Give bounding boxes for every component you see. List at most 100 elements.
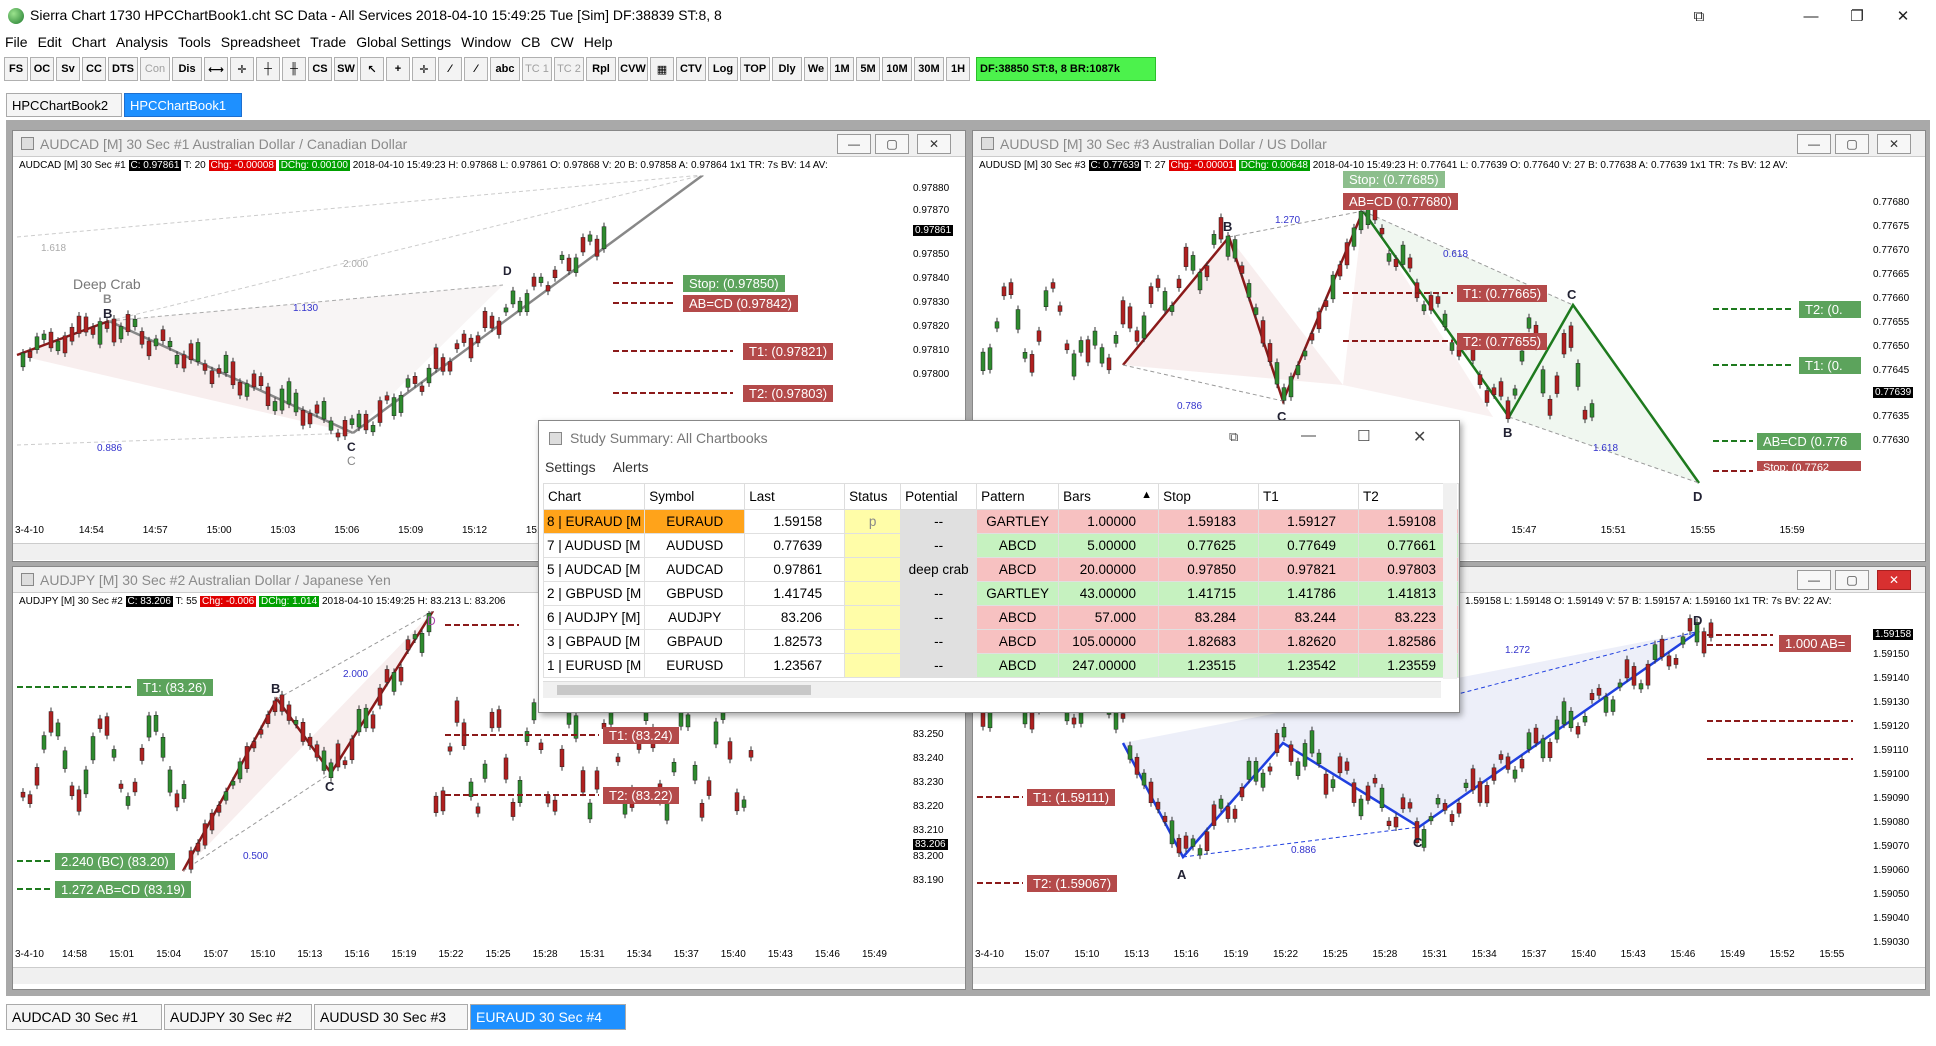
menu-settings[interactable]: Settings — [545, 459, 596, 475]
menu-edit[interactable]: Edit — [33, 32, 67, 52]
chart-tab-audusd[interactable]: AUDUSD 30 Sec #3 — [314, 1004, 468, 1030]
menu-chart[interactable]: Chart — [67, 32, 111, 52]
menu-spreadsheet[interactable]: Spreadsheet — [216, 32, 305, 52]
horizontal-scrollbar[interactable] — [13, 967, 965, 984]
close-button[interactable]: ✕ — [1413, 427, 1426, 447]
chart-maximize-button[interactable]: ▢ — [1835, 134, 1869, 154]
candle-body — [1113, 710, 1119, 730]
toolbar-button-14[interactable]: + — [386, 57, 410, 81]
toolbar-button-21[interactable]: Rpl — [586, 57, 616, 81]
toolbar-button-32[interactable]: 30M — [914, 57, 944, 81]
toolbar-button-17[interactable]: ⁄ — [464, 57, 488, 81]
toolbar-button-6[interactable]: Dis — [172, 57, 202, 81]
chart-close-button[interactable]: ✕ — [1877, 570, 1911, 590]
toolbar-button-29[interactable]: 1M — [830, 57, 854, 81]
table-row[interactable]: 8 | EURAUD [M EURAUD 1.59158 p -- GARTLEY 1.00… — [542, 509, 1460, 534]
toolbar-button-30[interactable]: 5M — [856, 57, 880, 81]
menu-file[interactable]: File — [0, 32, 33, 52]
chart-close-button[interactable]: ✕ — [917, 134, 951, 154]
menu-trade[interactable]: Trade — [305, 32, 351, 52]
table-horizontal-scrollbar[interactable] — [543, 681, 1441, 698]
maximize-button[interactable]: ☐ — [1357, 427, 1370, 445]
toolbar-button-1[interactable]: OC — [30, 57, 54, 81]
col-header-pattern[interactable]: Pattern — [976, 483, 1060, 510]
table-row[interactable]: 2 | GBPUSD [M GBPUSD 1.41745 -- GARTLEY 43.00… — [542, 581, 1460, 606]
toolbar-button-24[interactable]: CTV — [676, 57, 706, 81]
toolbar-button-12[interactable]: SW — [334, 57, 358, 81]
maximize-button[interactable]: ❐ — [1834, 0, 1880, 32]
toolbar-button-16[interactable]: ⁄ — [438, 57, 462, 81]
menu-window[interactable]: Window — [456, 32, 516, 52]
chart-minimize-button[interactable]: — — [837, 134, 871, 154]
toolbar-button-19[interactable]: TC 1 — [522, 57, 552, 81]
toolbar-button-4[interactable]: DTS — [108, 57, 138, 81]
col-header-chart[interactable]: Chart — [542, 483, 646, 510]
col-header-last[interactable]: Last — [744, 483, 846, 510]
table-vertical-scrollbar[interactable] — [1443, 483, 1457, 679]
col-header-bars[interactable]: Bars ▲ — [1058, 483, 1160, 510]
table-row[interactable]: 1 | EURUSD [M EURUSD 1.23567 -- ABCD 247.0000… — [542, 653, 1460, 678]
toolbar-button-28[interactable]: We — [804, 57, 828, 81]
table-row[interactable]: 5 | AUDCAD [M AUDCAD 0.97861 deep crab ABCD 2… — [542, 557, 1460, 582]
menu-global-settings[interactable]: Global Settings — [351, 32, 456, 52]
toolbar-button-10[interactable]: ╫ — [282, 57, 306, 81]
minimize-button[interactable]: — — [1301, 427, 1316, 444]
toolbar-button-9[interactable]: ┼ — [256, 57, 280, 81]
toolbar-button-7[interactable]: ⟷ — [204, 57, 228, 81]
horizontal-scrollbar[interactable] — [973, 967, 1925, 984]
col-header-symbol[interactable]: Symbol — [644, 483, 746, 510]
toolbar-button-5[interactable]: Con — [140, 57, 170, 81]
toolbar-button-31[interactable]: 10M — [882, 57, 912, 81]
close-button[interactable]: ✕ — [1880, 0, 1926, 32]
study-summary-window[interactable]: Study Summary: All Chartbooks ⧉ — ☐ ✕ Se… — [538, 420, 1460, 713]
pattern-name: Deep Crab — [73, 276, 141, 292]
toolbar-button-8[interactable]: ✛ — [230, 57, 254, 81]
tile-icon[interactable]: ⧉ — [1229, 429, 1238, 445]
menu-help[interactable]: Help — [579, 32, 618, 52]
chart-minimize-button[interactable]: — — [1797, 570, 1831, 590]
toolbar-button-27[interactable]: Dly — [772, 57, 802, 81]
chart-maximize-button[interactable]: ▢ — [875, 134, 909, 154]
table-row[interactable]: 6 | AUDJPY [M] AUDJPY 83.206 -- ABCD 57.000 83… — [542, 605, 1460, 630]
minimize-button[interactable]: — — [1788, 0, 1834, 32]
table-row[interactable]: 3 | GBPAUD [M GBPAUD 1.82573 -- ABCD 105.0000… — [542, 629, 1460, 654]
toolbar-button-26[interactable]: TOP — [740, 57, 770, 81]
candle-body — [1400, 797, 1406, 810]
chart-tab-audjpy[interactable]: AUDJPY 30 Sec #2 — [164, 1004, 312, 1030]
col-header-potential[interactable]: Potential — [900, 483, 978, 510]
toolbar-button-23[interactable]: ▦ — [650, 57, 674, 81]
toolbar-button-33[interactable]: 1H — [946, 57, 970, 81]
col-header-stop[interactable]: Stop — [1158, 483, 1260, 510]
toolbar-button-0[interactable]: FS — [4, 57, 28, 81]
col-header-status[interactable]: Status — [844, 483, 902, 510]
toolbar-button-11[interactable]: CS — [308, 57, 332, 81]
candle-body — [167, 769, 173, 793]
chart-minimize-button[interactable]: — — [1797, 134, 1831, 154]
toolbar-button-20[interactable]: TC 2 — [554, 57, 584, 81]
chartbook-tab-hpc2[interactable]: HPCChartBook2 — [6, 93, 122, 117]
menu-cb[interactable]: CB — [516, 32, 545, 52]
toolbar-button-22[interactable]: CVW — [618, 57, 648, 81]
menu-alerts[interactable]: Alerts — [613, 459, 649, 475]
candle-body — [370, 425, 376, 433]
table-row[interactable]: 7 | AUDUSD [M AUDUSD 0.77639 -- ABCD 5.00000 0… — [542, 533, 1460, 558]
chart-tab-audcad[interactable]: AUDCAD 30 Sec #1 — [6, 1004, 162, 1030]
chart-tab-euraud[interactable]: EURAUD 30 Sec #4 — [470, 1004, 626, 1030]
toolbar-button-18[interactable]: abc — [490, 57, 520, 81]
toolbar-button-13[interactable]: ↖ — [360, 57, 384, 81]
col-header-t1[interactable]: T1 — [1258, 483, 1359, 510]
toolbar-button-15[interactable]: ✛ — [412, 57, 436, 81]
menu-cw[interactable]: CW — [545, 32, 578, 52]
toolbar-button-2[interactable]: Sv — [56, 57, 80, 81]
menu-tools[interactable]: Tools — [173, 32, 216, 52]
menu-analysis[interactable]: Analysis — [111, 32, 173, 52]
tile-icon[interactable]: ⧉ — [1676, 0, 1722, 32]
toolbar-button-3[interactable]: CC — [82, 57, 106, 81]
candle-body — [1421, 829, 1427, 848]
scrollbar-thumb[interactable] — [557, 685, 811, 695]
toolbar-button-25[interactable]: Log — [708, 57, 738, 81]
price-tick-current: 0.97861 — [913, 225, 954, 236]
chart-close-button[interactable]: ✕ — [1877, 134, 1911, 154]
chart-maximize-button[interactable]: ▢ — [1835, 570, 1869, 590]
chartbook-tab-hpc1[interactable]: HPCChartBook1 — [124, 93, 242, 117]
